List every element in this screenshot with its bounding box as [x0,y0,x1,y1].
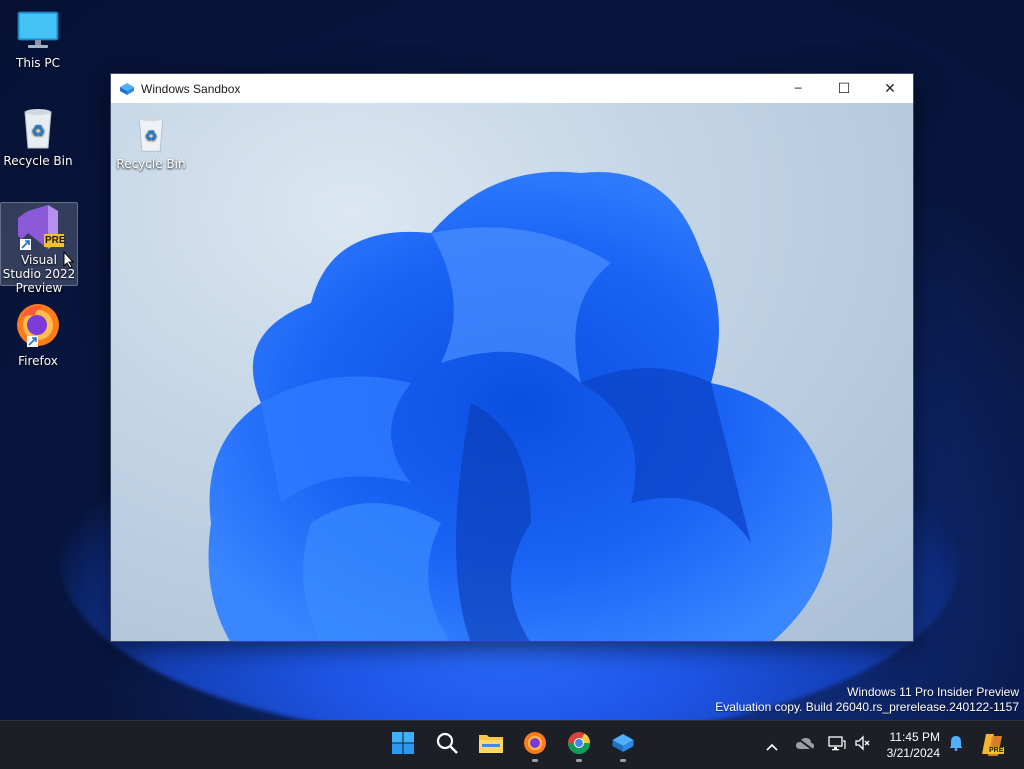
visual-studio-icon: PRE [14,203,66,253]
clock-time: 11:45 PM [889,730,940,744]
bloom-wallpaper [208,171,833,641]
mouse-cursor-icon [63,250,75,272]
sandbox-window[interactable]: Windows Sandbox ─ ☐ ✕ ♻ Recycle Bin [110,73,914,642]
volume-tray-button[interactable] [852,721,874,769]
sandbox-taskbar-button[interactable] [605,727,641,763]
window-titlebar[interactable]: Windows Sandbox ─ ☐ ✕ [111,74,913,103]
clock-date: 3/21/2024 [886,746,940,760]
desktop-icon-label: This PC [16,56,60,70]
desktop-icon-label: Recycle Bin [116,157,186,171]
copilot-icon: PRE [980,732,1006,758]
taskbar: 11:45 PM 3/21/2024 PRE [0,720,1024,769]
maximize-icon: ☐ [837,80,851,97]
monitor-icon [16,8,60,52]
recycle-bin-icon: ♻ [131,113,171,153]
chrome-taskbar-button[interactable] [561,727,597,763]
search-icon [435,731,459,759]
desktop-icon-visual-studio[interactable]: PRE Visual Studio 2022 Preview [0,202,78,295]
network-tray-button[interactable] [826,721,848,769]
file-explorer-button[interactable] [473,727,509,763]
desktop-icon-label: Recycle Bin [3,154,73,168]
evaluation-watermark: Windows 11 Pro Insider Preview Evaluatio… [715,685,1019,715]
svg-text:♻: ♻ [31,121,45,140]
show-hidden-icons-button[interactable] [762,721,782,769]
minimize-button[interactable]: ─ [775,74,821,103]
notifications-button[interactable] [946,721,966,769]
firefox-icon [523,731,547,759]
watermark-edition: Windows 11 Pro Insider Preview [847,685,1019,699]
desktop-icon-firefox[interactable]: Firefox [0,300,76,368]
bell-icon [949,735,963,755]
minimize-icon: ─ [794,82,802,95]
sandbox-icon [119,81,135,97]
network-icon [828,735,846,755]
preview-badge: PRE [45,235,66,246]
running-indicator [532,759,538,762]
running-indicator [620,759,626,762]
windows-start-icon [391,731,415,759]
start-button[interactable] [385,727,421,763]
svg-text:♻: ♻ [144,128,157,144]
firefox-taskbar-button[interactable] [517,727,553,763]
folder-icon [478,732,504,758]
copilot-button[interactable]: PRE [978,721,1008,769]
volume-muted-icon [854,735,872,755]
clock[interactable]: 11:45 PM 3/21/2024 [887,729,940,761]
search-button[interactable] [429,727,465,763]
cloud-offline-icon [795,736,815,755]
running-indicator [576,759,582,762]
firefox-icon [13,300,63,350]
desktop-icon-label: Firefox [18,354,58,368]
window-title: Windows Sandbox [141,81,241,96]
desktop-icon-recycle-bin[interactable]: ♻ Recycle Bin [0,106,76,168]
chevron-up-icon [766,736,778,755]
sandbox-icon-recycle-bin[interactable]: ♻ Recycle Bin [113,113,189,171]
sandbox-icon [610,731,636,759]
chrome-icon [567,731,591,759]
sandbox-desktop[interactable]: ♻ Recycle Bin [111,103,913,641]
close-button[interactable]: ✕ [867,74,913,103]
watermark-build: Evaluation copy. Build 26040.rs_prerelea… [715,700,1019,714]
desktop-icon-this-pc[interactable]: This PC [0,8,76,70]
preview-badge: PRE [988,747,1005,754]
recycle-bin-icon: ♻ [16,106,60,150]
close-icon: ✕ [884,80,896,97]
maximize-button[interactable]: ☐ [821,74,867,103]
onedrive-tray-button[interactable] [793,721,817,769]
